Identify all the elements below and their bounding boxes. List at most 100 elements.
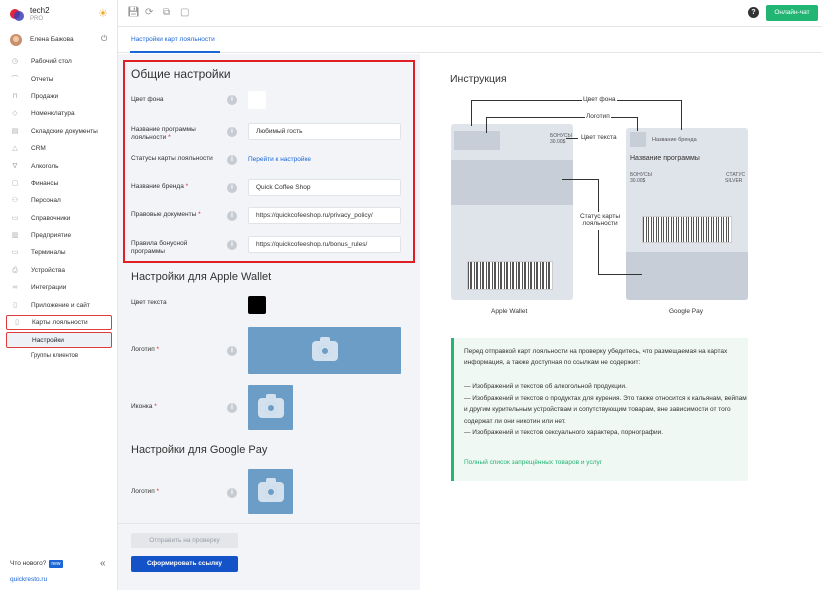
sidebar-item[interactable]: ▥ Предприятие bbox=[0, 227, 118, 244]
sidebar-item-loyalty-cards[interactable]: ▯ Карты лояльности bbox=[6, 315, 112, 330]
info-icon[interactable]: i bbox=[227, 488, 237, 498]
logout-icon[interactable]: ⏻ bbox=[101, 34, 107, 44]
sidebar-item[interactable]: ⌒ Отчеты bbox=[0, 70, 118, 87]
sidebar-item-label: Предприятие bbox=[31, 232, 72, 240]
sidebar-item-label: Финансы bbox=[31, 179, 59, 187]
info-icon[interactable]: i bbox=[227, 183, 237, 193]
bg-color-swatch[interactable] bbox=[248, 91, 266, 109]
sidebar-item-label: Справочники bbox=[31, 214, 71, 222]
annot-line bbox=[471, 100, 681, 101]
info-icon[interactable]: i bbox=[227, 127, 237, 137]
whats-new-link[interactable]: Что нового? new bbox=[10, 560, 63, 568]
apple-icon-label-text: Иконка bbox=[131, 403, 153, 410]
sidebar-item-label: Номенклатура bbox=[31, 110, 75, 118]
cart-icon: ⊓ bbox=[12, 92, 18, 100]
sidebar-item[interactable]: ∞ Интеграции bbox=[0, 279, 118, 296]
theme-toggle-icon[interactable]: ☀ bbox=[98, 7, 108, 20]
window-icon[interactable]: ▢ bbox=[180, 7, 189, 18]
text-color-swatch[interactable] bbox=[248, 296, 266, 314]
bonus-rules-input[interactable]: https://quickcofeeshop.ru/bonus_rules/ bbox=[248, 236, 401, 253]
sidebar-item[interactable]: ▢ Финансы bbox=[0, 175, 118, 192]
sidebar-item-label: Приложение и сайт bbox=[31, 301, 90, 309]
sidebar-item[interactable]: ▭ Справочники bbox=[0, 210, 118, 227]
tag-icon: ◇ bbox=[12, 110, 18, 118]
sidebar-item[interactable]: ◷ Рабочий стол bbox=[0, 53, 118, 70]
annot-line bbox=[598, 179, 599, 212]
tab-loyalty-settings[interactable]: Настройки карт лояльности bbox=[131, 36, 215, 43]
card-strip-area bbox=[451, 160, 573, 205]
copy-icon[interactable]: ⧉ bbox=[163, 7, 170, 18]
sidebar-item[interactable]: ⎙ Устройства bbox=[0, 262, 118, 279]
site-link[interactable]: quickresto.ru bbox=[10, 576, 47, 583]
finance-icon: ▢ bbox=[11, 179, 19, 187]
info-icon[interactable]: i bbox=[227, 211, 237, 221]
notice-item: — Изображений и текстов сексуального хар… bbox=[464, 429, 664, 436]
info-icon[interactable]: i bbox=[227, 95, 237, 105]
annot-line bbox=[486, 117, 487, 133]
save-icon[interactable]: 💾︎ bbox=[127, 7, 140, 18]
card-icon: ▯ bbox=[15, 319, 19, 326]
dashboard-icon: ◷ bbox=[11, 58, 19, 66]
brand-name-label: Название бренда * bbox=[131, 183, 189, 190]
sidebar-item-label: Карты лояльности bbox=[32, 319, 88, 326]
terminal-icon: ▭ bbox=[11, 249, 19, 257]
sidebar-item[interactable]: ◇ Номенклатура bbox=[0, 105, 118, 122]
info-icon[interactable]: i bbox=[227, 346, 237, 356]
sidebar-item[interactable]: ∇ Алкоголь bbox=[0, 157, 118, 174]
app-icon: ▯ bbox=[13, 301, 17, 309]
sidebar-item-label: Устройства bbox=[31, 266, 66, 274]
program-name-input[interactable]: Любимый гость bbox=[248, 123, 401, 140]
avatar bbox=[10, 34, 22, 46]
generate-link-button[interactable]: Сформировать ссылку bbox=[131, 556, 238, 572]
refresh-icon[interactable]: ⟳ bbox=[145, 7, 153, 18]
info-icon[interactable]: i bbox=[227, 155, 237, 165]
active-tab-indicator bbox=[130, 51, 220, 53]
brand[interactable]: tech2 PRO ☀ bbox=[10, 6, 110, 26]
apple-wallet-title: Настройки для Apple Wallet bbox=[131, 271, 272, 283]
annot-line bbox=[566, 138, 578, 139]
statuses-settings-link[interactable]: Перейти к настройке bbox=[248, 156, 311, 163]
brand-name-input[interactable]: Quick Coffee Shop bbox=[248, 179, 401, 196]
card-status-value: SILVER bbox=[725, 178, 743, 184]
sidebar-item-label: Интеграции bbox=[31, 284, 67, 292]
card-bonus-value: 30.00$ bbox=[550, 139, 566, 145]
google-pay-card-preview: Название бренда Название программы БОНУС… bbox=[626, 128, 748, 300]
send-for-review-button[interactable]: Отправить на проверку bbox=[131, 533, 238, 548]
user-profile[interactable]: Елена Бажова ⏻ bbox=[10, 34, 110, 48]
sidebar-item[interactable]: ▭ Терминалы bbox=[0, 244, 118, 261]
bg-color-label: Цвет фона bbox=[131, 96, 164, 103]
forbidden-list-link[interactable]: Полный список запрещённых товаров и услу… bbox=[464, 457, 749, 468]
sidebar-item-label: Продажи bbox=[31, 92, 59, 100]
camera-icon bbox=[257, 393, 284, 418]
google-logo-upload[interactable] bbox=[248, 469, 293, 514]
barcode-image bbox=[642, 216, 732, 243]
card-hero-area bbox=[626, 252, 748, 300]
info-icon[interactable]: i bbox=[227, 403, 237, 413]
legal-docs-input[interactable]: https://quickcofeeshop.ru/privacy_policy… bbox=[248, 207, 401, 224]
help-icon[interactable]: ? bbox=[748, 7, 759, 18]
annot-line bbox=[598, 274, 642, 275]
card-bonus-value: 30.00$ bbox=[630, 178, 646, 184]
collapse-sidebar-icon[interactable]: « bbox=[100, 558, 106, 569]
sidebar-item[interactable]: ⊓ Продажи bbox=[0, 88, 118, 105]
annot-line bbox=[598, 230, 599, 274]
sidebar-item[interactable]: △ CRM bbox=[0, 140, 118, 157]
book-icon: ▭ bbox=[11, 214, 19, 222]
sidebar-subitem-customer-groups[interactable]: Группы клиентов bbox=[31, 353, 78, 359]
app-name: tech2 bbox=[30, 6, 50, 15]
sidebar-item[interactable]: ▤ Складские документы bbox=[0, 123, 118, 140]
top-toolbar: 💾︎ ⟳ ⧉ ▢ ? Онлайн-чат bbox=[118, 0, 822, 27]
apple-icon-upload[interactable] bbox=[248, 385, 293, 430]
app-logo-icon bbox=[10, 9, 24, 21]
sidebar-item[interactable]: ⚇ Персонал bbox=[0, 192, 118, 209]
glass-icon: ∇ bbox=[12, 162, 18, 170]
apple-logo-upload[interactable] bbox=[248, 327, 401, 374]
sidebar-item-label: Персонал bbox=[31, 197, 61, 205]
chart-icon: ⌒ bbox=[11, 75, 19, 83]
notice-box: Перед отправкой карт лояльности на прове… bbox=[451, 338, 748, 481]
sidebar-item[interactable]: ▯ Приложение и сайт bbox=[0, 296, 118, 313]
info-icon[interactable]: i bbox=[227, 240, 237, 250]
online-chat-button[interactable]: Онлайн-чат bbox=[766, 5, 818, 21]
card-program-name: Название программы bbox=[630, 155, 700, 162]
sidebar-subitem-settings[interactable]: Настройки bbox=[6, 332, 112, 348]
